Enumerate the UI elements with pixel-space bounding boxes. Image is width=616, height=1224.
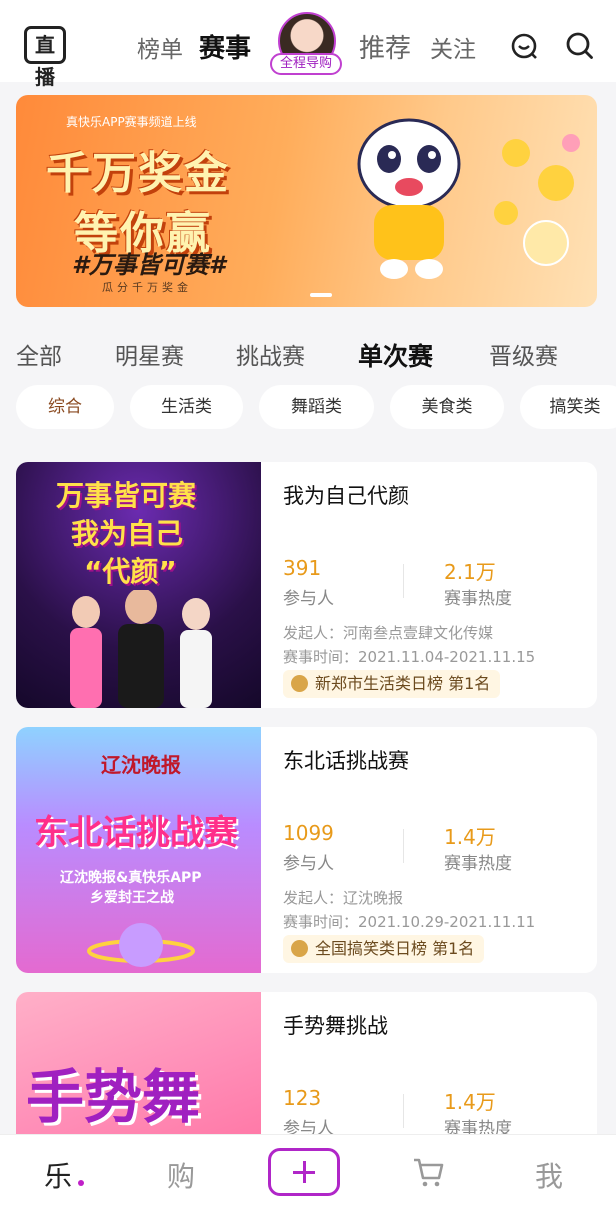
- participants-count: 391: [283, 556, 322, 580]
- nav-me[interactable]: 我: [535, 1155, 563, 1195]
- create-button[interactable]: [268, 1148, 340, 1196]
- participants-label: 参与人: [283, 589, 334, 609]
- event-title: 东北话挑战赛: [283, 749, 409, 773]
- banner-headline-1: 千万奖金: [46, 148, 230, 199]
- event-thumbnail: 手势舞: [16, 992, 261, 1134]
- event-title: 我为自己代颜: [283, 484, 409, 508]
- initiator: 发起人：辽沈晚报: [283, 889, 404, 907]
- planet-image: [87, 923, 195, 967]
- chip-comedy[interactable]: 搞笑类: [520, 385, 616, 429]
- cat-tab-promotion[interactable]: 晋级赛: [489, 337, 558, 371]
- chip-dance[interactable]: 舞蹈类: [259, 385, 374, 429]
- tab-events[interactable]: 赛事: [199, 28, 251, 65]
- heat-label: 赛事热度: [444, 589, 512, 609]
- heat-value: 2.1万: [444, 560, 496, 584]
- heat-value: 1.4万: [444, 825, 496, 849]
- host-badge: 全程导购: [270, 53, 342, 75]
- active-dot: [78, 1180, 84, 1186]
- medal-icon: [291, 940, 308, 957]
- cat-tab-all[interactable]: 全部: [16, 337, 62, 371]
- initiator: 发起人：河南叁点壹肆文化传媒: [283, 624, 494, 642]
- heat-label: 赛事热度: [444, 854, 512, 874]
- event-card[interactable]: 辽沈晚报 东北话挑战赛 辽沈晚报&真快乐APP 乡爱封王之战 东北话挑战赛 10…: [16, 727, 597, 973]
- thumb-line-3: “代颜”: [84, 555, 177, 588]
- chip-life[interactable]: 生活类: [130, 385, 243, 429]
- banner-tag: 真快乐APP赛事频道上线: [66, 115, 197, 129]
- divider: [403, 564, 404, 598]
- event-title: 手势舞挑战: [283, 1014, 388, 1038]
- tab-recommend[interactable]: 推荐: [359, 28, 411, 65]
- participants-label: 参与人: [283, 1119, 334, 1134]
- event-card[interactable]: 万事皆可赛 我为自己 “代颜” 我为自己代颜 391 参与人 2.1万 赛事热度…: [16, 462, 597, 708]
- rank-badge: 新郑市生活类日榜 第1名: [283, 670, 501, 698]
- live-logo[interactable]: 直播: [24, 26, 66, 89]
- chip-food[interactable]: 美食类: [390, 385, 504, 429]
- thumb-line-4: 乡爱封王之战: [90, 890, 174, 906]
- event-thumbnail: 万事皆可赛 我为自己 “代颜”: [16, 462, 261, 708]
- rank-badge: 全国搞笑类日榜 第1名: [283, 935, 485, 963]
- cat-tab-single[interactable]: 单次赛: [358, 337, 433, 373]
- promo-banner[interactable]: 真快乐APP赛事频道上线 千万奖金 等你赢 #万事皆可赛# 瓜分千万奖金: [16, 95, 597, 307]
- participants-label: 参与人: [283, 854, 334, 874]
- tab-follow[interactable]: 关注: [430, 30, 476, 64]
- event-time: 赛事时间：2021.11.04-2021.11.15: [283, 648, 536, 666]
- thumb-line-2: 我为自己: [71, 517, 184, 550]
- thumb-line-1: 手势舞: [26, 1063, 201, 1131]
- nav-home[interactable]: 乐: [44, 1155, 72, 1195]
- bottom-nav: 乐 购 我: [0, 1134, 616, 1224]
- heat-value: 1.4万: [444, 1090, 496, 1114]
- thumb-line-3: 辽沈晚报&真快乐APP: [60, 870, 202, 886]
- tab-ranking[interactable]: 榜单: [137, 30, 183, 64]
- cart-icon[interactable]: [411, 1155, 445, 1189]
- event-time: 赛事时间：2021.10.29-2021.11.11: [283, 913, 536, 931]
- rank-text: 全国搞笑类日榜 第1名: [315, 939, 475, 958]
- participants-count: 1099: [283, 821, 334, 845]
- people-image: [70, 590, 212, 708]
- tiger-mascot-image: [357, 118, 461, 279]
- cat-tab-star[interactable]: 明星赛: [115, 337, 184, 371]
- top-bar: 直播 榜单 赛事 全程导购 推荐 关注: [0, 0, 616, 89]
- host-avatar[interactable]: 全程导购: [270, 12, 344, 76]
- cat-tab-challenge[interactable]: 挑战赛: [236, 337, 305, 371]
- rank-text: 新郑市生活类日榜 第1名: [315, 674, 491, 693]
- event-card[interactable]: 手势舞 手势舞挑战 123 参与人 1.4万 赛事热度: [16, 992, 597, 1134]
- thumb-line-1: 万事皆可赛: [56, 479, 197, 512]
- heat-label: 赛事热度: [444, 1119, 512, 1134]
- medal-icon: [291, 675, 308, 692]
- banner-slogan: #万事皆可赛#: [72, 251, 226, 279]
- divider: [403, 829, 404, 863]
- participants-count: 123: [283, 1086, 322, 1110]
- nav-shop[interactable]: 购: [167, 1155, 195, 1195]
- search-icon[interactable]: [566, 32, 594, 60]
- divider: [403, 1094, 404, 1128]
- thumb-line-1: 辽沈晚报: [101, 753, 181, 777]
- event-thumbnail: 辽沈晚报 东北话挑战赛 辽沈晚报&真快乐APP 乡爱封王之战: [16, 727, 261, 973]
- thumb-line-2: 东北话挑战赛: [34, 813, 238, 853]
- chip-general[interactable]: 综合: [16, 385, 114, 429]
- banner-subline: 瓜分千万奖金: [102, 281, 192, 294]
- emoji-decoration: [494, 134, 580, 266]
- carousel-indicator: [310, 293, 332, 297]
- message-icon[interactable]: [510, 32, 538, 60]
